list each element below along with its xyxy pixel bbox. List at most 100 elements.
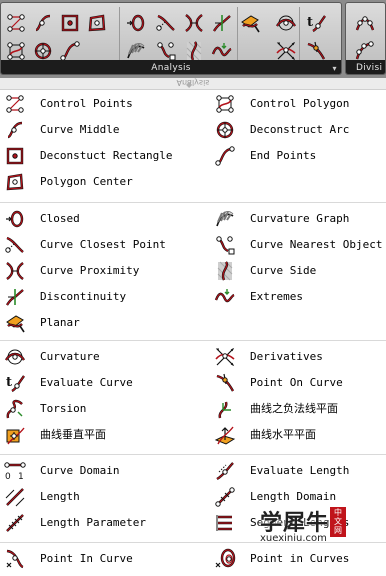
end-points-item[interactable]: End Points <box>214 145 386 167</box>
point-on-curve-icon[interactable] <box>305 40 327 62</box>
curve-perp-plane-item[interactable]: 曲线垂直平面 <box>4 424 194 446</box>
analysis-panel-label: Analysis <box>151 63 191 73</box>
curvature-icon[interactable] <box>275 12 297 34</box>
svg-text:0: 0 <box>5 472 11 482</box>
item-label: Point In Curve <box>40 552 133 565</box>
curve-middle-item[interactable]: Curve Middle <box>4 119 194 141</box>
section-divider <box>0 454 386 455</box>
control-points-item[interactable]: Control Points <box>4 93 194 115</box>
point-on-curve-icon <box>214 372 236 394</box>
torsion-item[interactable]: Torsion <box>4 398 194 420</box>
control-points-icon <box>4 93 26 115</box>
evaluate-length-item[interactable]: Evaluate Length <box>214 460 386 482</box>
curve-proximity-icon <box>4 260 26 282</box>
curvature-graph-icon[interactable] <box>125 40 147 62</box>
curve-side-icon[interactable] <box>183 40 205 62</box>
segment-lengths-icon <box>214 512 236 534</box>
end-points-icon[interactable] <box>59 40 81 62</box>
point-in-curve-item[interactable]: Point In Curve <box>4 548 194 570</box>
toolbar-separator <box>119 7 120 62</box>
watermark-badge-text: 中文网 <box>334 508 342 535</box>
evaluate-curve-icon[interactable]: t <box>305 12 327 34</box>
division-panel-label: Divisi <box>356 63 383 73</box>
svg-text:t: t <box>6 375 12 390</box>
toolbar: t Analysis ▾ Divisi <box>0 0 386 78</box>
curve-closest-point-item[interactable]: Curve Closest Point <box>4 234 194 256</box>
mirrored-label: Analysis <box>176 78 210 87</box>
curvature-icon <box>4 346 26 368</box>
panel-title-strip[interactable]: Analysis ▾ <box>1 60 341 74</box>
curve-negative-normal-plane-item[interactable]: 曲线之负法线平面 <box>214 398 386 420</box>
curve-closest-point-icon[interactable] <box>155 12 177 34</box>
panel-title-strip[interactable]: Divisi <box>346 60 385 74</box>
item-label: Curvature <box>40 350 100 363</box>
curve-side-item[interactable]: Curve Side <box>214 260 386 282</box>
svg-text:1: 1 <box>18 472 24 482</box>
length-parameter-icon <box>4 512 26 534</box>
point-in-curves-item[interactable]: Point in Curves <box>214 548 386 570</box>
length-parameter-item[interactable]: Length Parameter <box>4 512 194 534</box>
deconstruct-arc-icon[interactable] <box>32 40 54 62</box>
derivatives-icon[interactable] <box>275 40 297 62</box>
curvature-item[interactable]: Curvature <box>4 346 194 368</box>
closed-icon[interactable] <box>125 12 147 34</box>
closed-icon <box>4 208 26 230</box>
section-divider <box>0 340 386 341</box>
toolbar-separator <box>299 7 300 62</box>
curve-proximity-item[interactable]: Curve Proximity <box>4 260 194 282</box>
item-label: Polygon Center <box>40 175 133 188</box>
extremes-item[interactable]: Extremes <box>214 286 386 308</box>
curve-domain-icon: 01 <box>4 460 26 482</box>
discontinuity-item[interactable]: Discontinuity <box>4 286 194 308</box>
item-label: Curvature Graph <box>250 212 350 225</box>
planar-icon <box>4 312 26 334</box>
curve-domain-item[interactable]: 0 1 Curve Domain <box>4 460 194 482</box>
closed-item[interactable]: Closed <box>4 208 194 230</box>
curve-horizontal-plane-item[interactable]: 曲线水平平面 <box>214 424 386 446</box>
control-points-icon[interactable] <box>5 12 27 34</box>
divide-distance-icon[interactable] <box>354 40 376 62</box>
extremes-icon[interactable] <box>211 40 233 62</box>
point-in-curves-icon <box>214 548 236 570</box>
item-label: Curve Domain <box>40 464 120 477</box>
curvature-graph-item[interactable]: Curvature Graph <box>214 208 386 230</box>
length-domain-icon <box>214 486 236 508</box>
end-points-icon <box>214 145 236 167</box>
curve-middle-icon[interactable] <box>32 12 54 34</box>
curve-proximity-icon[interactable] <box>183 12 205 34</box>
deconstruct-arc-item[interactable]: Deconstruct Arc <box>214 119 386 141</box>
toolbar-separator <box>237 7 238 62</box>
mirrored-panel-header: Analysis ◆ <box>0 78 386 90</box>
point-on-curve-item[interactable]: Point On Curve <box>214 372 386 394</box>
planar-item[interactable]: Planar <box>4 312 194 334</box>
watermark-url: xuexiniu.com <box>260 533 327 544</box>
item-label: Closed <box>40 212 80 225</box>
polygon-center-icon[interactable] <box>86 12 108 34</box>
discontinuity-icon[interactable] <box>211 12 233 34</box>
curve-nearest-object-item[interactable]: Curve Nearest Object <box>214 234 386 256</box>
torsion-icon <box>4 398 26 420</box>
item-label: Control Points <box>40 97 133 110</box>
item-label: Point On Curve <box>250 376 343 389</box>
evaluate-curve-item[interactable]: t Evaluate Curve <box>4 372 194 394</box>
control-polygon-item[interactable]: Control Polygon <box>214 93 386 115</box>
item-label: Evaluate Length <box>250 464 350 477</box>
deconstruct-rectangle-icon <box>4 145 26 167</box>
planar-icon[interactable] <box>239 12 261 34</box>
item-label: Control Polygon <box>250 97 350 110</box>
derivatives-item[interactable]: Derivatives <box>214 346 386 368</box>
deconstruct-rectangle-item[interactable]: Deconstuct Rectangle <box>4 145 194 167</box>
control-polygon-icon[interactable] <box>5 40 27 62</box>
polygon-center-item[interactable]: Polygon Center <box>4 171 194 193</box>
length-item[interactable]: Length <box>4 486 194 508</box>
svg-text:t: t <box>307 15 313 30</box>
curve-nearest-object-icon[interactable] <box>155 40 177 62</box>
watermark-badge: 中文网 <box>330 507 346 537</box>
item-label: 曲线垂直平面 <box>40 428 106 441</box>
deconstruct-rectangle-icon[interactable] <box>59 12 81 34</box>
item-label: Extremes <box>250 290 303 303</box>
divide-curve-icon[interactable] <box>354 12 376 34</box>
deconstruct-arc-icon <box>214 119 236 141</box>
expand-arrow-icon[interactable]: ▾ <box>330 64 339 73</box>
watermark: 学犀牛 中文网 xuexiniu.com <box>256 505 386 547</box>
